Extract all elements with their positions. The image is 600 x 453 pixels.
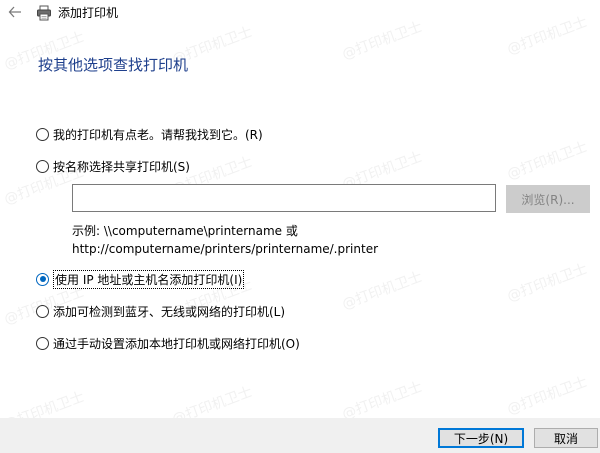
- cancel-button[interactable]: 取消: [534, 428, 598, 448]
- page-heading: 按其他选项查找打印机: [38, 56, 189, 74]
- option-label: 通过手动设置添加本地打印机或网络打印机(O): [53, 336, 300, 351]
- back-arrow-icon[interactable]: [6, 3, 24, 21]
- option-label: 添加可检测到蓝牙、无线或网络的打印机(L): [53, 304, 286, 319]
- example-text: 示例: \\computername\printername 或 http://…: [72, 222, 378, 258]
- radio-button[interactable]: [36, 336, 49, 350]
- next-button[interactable]: 下一步(N): [438, 428, 524, 448]
- printer-icon: [36, 5, 52, 21]
- option-manual-settings[interactable]: 通过手动设置添加本地打印机或网络打印机(O): [36, 334, 300, 352]
- radio-button-selected[interactable]: [36, 272, 49, 286]
- example-line-2: http://computername/printers/printername…: [72, 242, 379, 256]
- option-label: 我的打印机有点老。请帮我找到它。(R): [53, 127, 263, 142]
- window-title: 添加打印机: [58, 6, 119, 20]
- option-old-printer[interactable]: 我的打印机有点老。请帮我找到它。(R): [36, 125, 263, 143]
- example-line-1: 示例: \\computername\printername 或: [72, 224, 298, 238]
- watermark: @打印机卫士: [340, 379, 425, 423]
- radio-button[interactable]: [36, 127, 49, 141]
- title-bar: 添加打印机: [0, 0, 600, 26]
- shared-printer-name-input[interactable]: [72, 184, 496, 212]
- watermark: @打印机卫士: [505, 374, 590, 418]
- watermark: @打印机卫士: [505, 261, 590, 305]
- option-label: 使用 IP 地址或主机名添加打印机(I): [53, 269, 245, 289]
- watermark: @打印机卫士: [505, 139, 590, 183]
- browse-button: 浏览(R)...: [506, 185, 590, 213]
- radio-button[interactable]: [36, 159, 49, 173]
- radio-button[interactable]: [36, 304, 49, 318]
- option-bluetooth-wireless[interactable]: 添加可检测到蓝牙、无线或网络的打印机(L): [36, 302, 285, 320]
- option-ip-address[interactable]: 使用 IP 地址或主机名添加打印机(I): [36, 269, 245, 289]
- watermark: @打印机卫士: [340, 269, 425, 313]
- option-shared-printer[interactable]: 按名称选择共享打印机(S): [36, 157, 190, 175]
- option-label: 按名称选择共享打印机(S): [53, 159, 190, 174]
